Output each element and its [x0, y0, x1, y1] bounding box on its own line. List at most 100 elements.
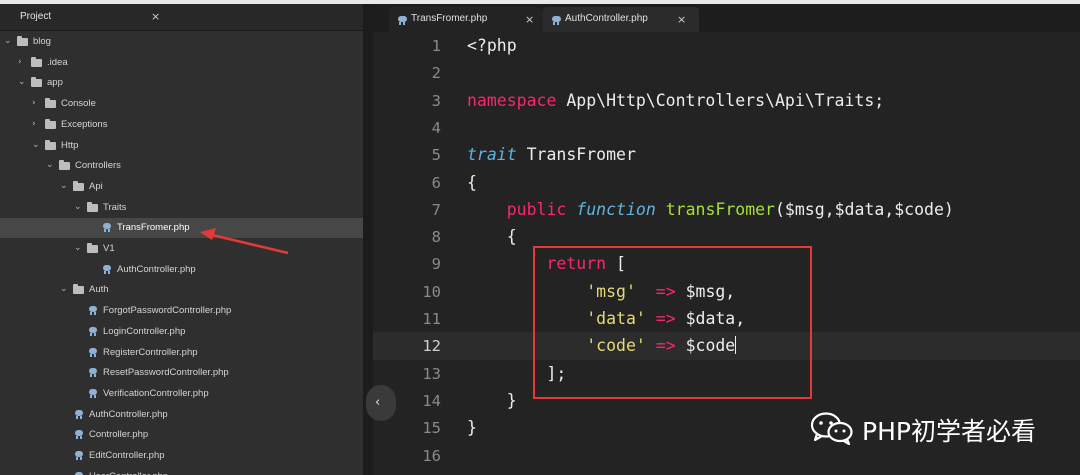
code-text: return [	[546, 254, 626, 274]
tree-folder[interactable]: ⌄ V1	[0, 239, 363, 259]
tree-item-label: Api	[89, 180, 103, 192]
chevron-down-icon[interactable]: ⌄	[74, 243, 82, 253]
code-line[interactable]: 5 trait TransFromer	[373, 141, 1080, 168]
wechat-icon	[810, 412, 853, 445]
tree-file[interactable]: LoginController.php	[0, 322, 363, 342]
code-text: {	[467, 227, 517, 247]
chevron-down-icon[interactable]: ⌄	[60, 284, 68, 294]
line-number: 10	[422, 282, 441, 301]
code-line[interactable]: 14 }	[373, 387, 1080, 414]
line-number: 3	[431, 91, 441, 110]
collapse-sidebar-button[interactable]: ‹	[366, 385, 396, 421]
tree-item-label: ResetPasswordController.php	[103, 367, 229, 379]
chevron-down-icon[interactable]: ⌄	[18, 77, 26, 87]
watermark-text: PHP初学者必看	[862, 417, 1036, 446]
folder-icon	[45, 118, 56, 129]
code-text: 'msg' => $msg,	[586, 281, 736, 301]
tree-folder[interactable]: ⌄ Http	[0, 136, 363, 156]
tree-item-label: LoginController.php	[103, 325, 186, 337]
tab-label: AuthController.php	[565, 13, 648, 24]
tree-folder[interactable]: › Exceptions	[0, 115, 363, 135]
tree-item-label: TransFromer.php	[117, 222, 190, 234]
tree-folder[interactable]: ⌄ Traits	[0, 198, 363, 218]
code-line[interactable]: 2	[373, 59, 1080, 86]
php-file-icon	[75, 430, 85, 440]
tab-bar: TransFromer.php × AuthController.php ×	[373, 4, 1080, 32]
line-number: 12	[422, 337, 441, 356]
code-line[interactable]: 6{	[373, 169, 1080, 196]
tree-folder[interactable]: › Console	[0, 94, 363, 114]
chevron-right-icon[interactable]: ›	[32, 98, 36, 108]
tree-file[interactable]: TransFromer.php	[0, 218, 363, 239]
tree-item-label: Http	[61, 139, 79, 151]
code-line[interactable]: 9 return [	[373, 250, 1080, 277]
code-editor[interactable]: 1 <?php 2 3 namespace App\Http\Controllers\A…	[373, 32, 1080, 475]
tree-folder[interactable]: ⌄ Api	[0, 177, 363, 197]
tree-folder[interactable]: ⌄ blog	[0, 32, 363, 52]
code-text: }	[467, 418, 477, 438]
tree-item-label: Auth	[89, 284, 109, 296]
code-line[interactable]: 8 {	[373, 223, 1080, 250]
tree-item-label: Traits	[103, 201, 127, 213]
chevron-right-icon[interactable]: ›	[32, 119, 36, 129]
tab-authcontroller[interactable]: AuthController.php ×	[543, 7, 699, 32]
tree-file[interactable]: Controller.php	[0, 425, 363, 445]
tree-item-label: app	[47, 77, 63, 89]
line-number: 11	[422, 310, 441, 328]
code-line[interactable]: 3 namespace App\Http\Controllers\Api\Trai…	[373, 87, 1080, 114]
code-line[interactable]: 4	[373, 114, 1080, 141]
tree-file[interactable]: ResetPasswordController.php	[0, 363, 363, 383]
folder-icon	[31, 77, 42, 88]
tab-transfromer[interactable]: TransFromer.php ×	[389, 7, 543, 32]
folder-icon	[45, 139, 56, 150]
php-file-icon	[89, 388, 99, 398]
tree-folder[interactable]: ⌄ Controllers	[0, 156, 363, 176]
code-line[interactable]: 7 public function transFromer($msg,$data…	[373, 196, 1080, 223]
tab-label: TransFromer.php	[411, 13, 488, 24]
code-line[interactable]: 10 'msg' => $msg,	[373, 278, 1080, 305]
tree-item-label: UserController.php	[89, 471, 168, 475]
php-file-icon	[75, 409, 85, 419]
tree-item-label: AuthController.php	[89, 408, 168, 420]
close-icon[interactable]: ×	[151, 10, 160, 23]
tree-folder[interactable]: ⌄ Auth	[0, 280, 363, 300]
php-file-icon	[89, 326, 99, 336]
tree-file[interactable]: RegisterController.php	[0, 343, 363, 363]
php-file-icon	[89, 347, 99, 357]
tree-item-label: .idea	[47, 56, 68, 68]
chevron-down-icon[interactable]: ⌄	[60, 181, 68, 191]
chevron-down-icon[interactable]: ⌄	[46, 160, 54, 170]
code-text: trait TransFromer	[467, 145, 636, 165]
tree-file[interactable]: UserController.php	[0, 467, 363, 475]
tree-folder[interactable]: ⌄ app	[0, 73, 363, 93]
tree-folder[interactable]: › .idea	[0, 53, 363, 73]
chevron-right-icon[interactable]: ›	[18, 57, 22, 67]
close-icon[interactable]: ×	[525, 13, 534, 26]
code-text: <?php	[467, 36, 517, 55]
tree-file[interactable]: AuthController.php	[0, 260, 363, 280]
chevron-down-icon[interactable]: ⌄	[32, 140, 40, 150]
tree-item-label: Console	[61, 98, 96, 110]
code-line[interactable]: 13 ];	[373, 360, 1080, 387]
close-icon[interactable]: ×	[677, 13, 686, 26]
line-number: 9	[431, 255, 441, 274]
tree-file[interactable]: ForgotPasswordController.php	[0, 301, 363, 321]
tree-item-label: blog	[33, 36, 51, 47]
chevron-down-icon[interactable]: ⌄	[74, 202, 82, 212]
line-number: 2	[431, 64, 441, 83]
code-line[interactable]: 12 'code' => $code	[373, 332, 1080, 360]
tree-file[interactable]: EditController.php	[0, 446, 363, 466]
code-text: ];	[467, 363, 567, 383]
tree-file[interactable]: VerificationController.php	[0, 384, 363, 404]
tree-item-label: EditController.php	[89, 450, 165, 461]
code-line[interactable]: 1 <?php	[373, 32, 1080, 59]
tree-file[interactable]: AuthController.php	[0, 405, 363, 425]
code-line[interactable]: 11 'data' => $data,	[373, 305, 1080, 332]
tree-item-label: Controllers	[75, 160, 121, 172]
code-text: 'data' => $data,	[586, 309, 746, 328]
chevron-down-icon[interactable]: ⌄	[4, 36, 12, 46]
tree-item-label: AuthController.php	[117, 263, 196, 275]
line-number: 5	[431, 146, 441, 165]
line-number: 16	[422, 446, 441, 465]
folder-icon	[87, 243, 98, 253]
